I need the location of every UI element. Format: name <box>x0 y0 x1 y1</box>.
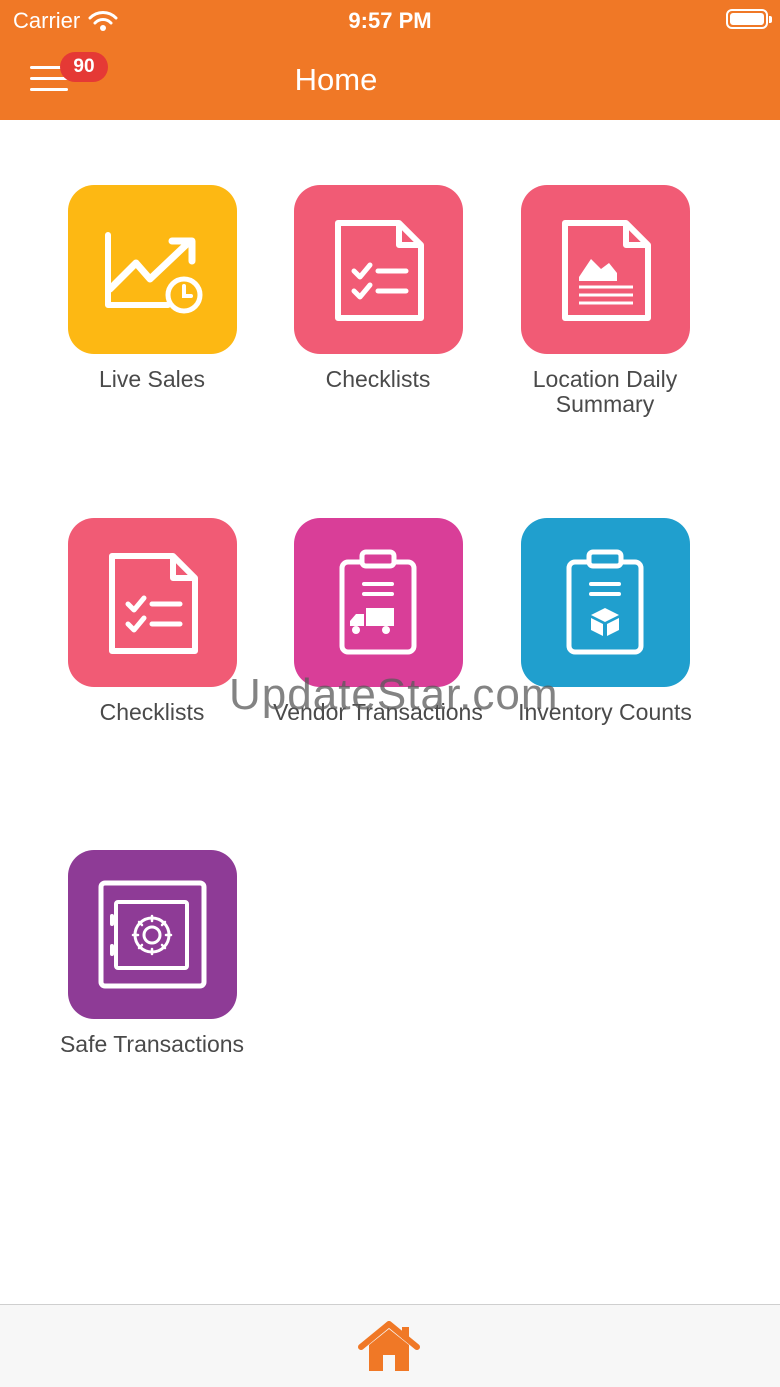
tile-icon-box <box>68 185 237 354</box>
tile-icon-box <box>521 185 690 354</box>
battery-icon <box>726 9 772 29</box>
checklist-document-icon <box>294 185 463 354</box>
tile-label: Safe Transactions <box>59 1031 245 1057</box>
top-bar: Carrier 9:57 PM 90 Home <box>0 0 780 120</box>
clipboard-truck-icon <box>294 518 463 687</box>
tile-label: Live Sales <box>98 366 206 392</box>
tile-icon-box <box>294 185 463 354</box>
status-time: 9:57 PM <box>348 8 432 33</box>
page-title: Home <box>294 62 378 97</box>
tile-label: Inventory Counts <box>518 699 692 725</box>
tile-label: Vendor Transactions <box>273 699 483 725</box>
tile-label: Checklists <box>99 699 205 725</box>
line-chart-clock-icon <box>68 185 237 354</box>
tile-label: Checklists <box>325 366 431 392</box>
tile-icon-box <box>521 518 690 687</box>
checklist-document-icon <box>68 518 237 687</box>
tile-label: Location Daily Summary <box>532 366 678 417</box>
clipboard-box-icon <box>521 518 690 687</box>
safe-icon <box>68 850 237 1019</box>
tile-icon-box <box>68 850 237 1019</box>
bottom-tab-bar <box>0 1304 780 1387</box>
home-icon[interactable] <box>358 1321 420 1373</box>
tile-icon-box <box>294 518 463 687</box>
tile-icon-box <box>68 518 237 687</box>
report-chart-document-icon <box>521 185 690 354</box>
